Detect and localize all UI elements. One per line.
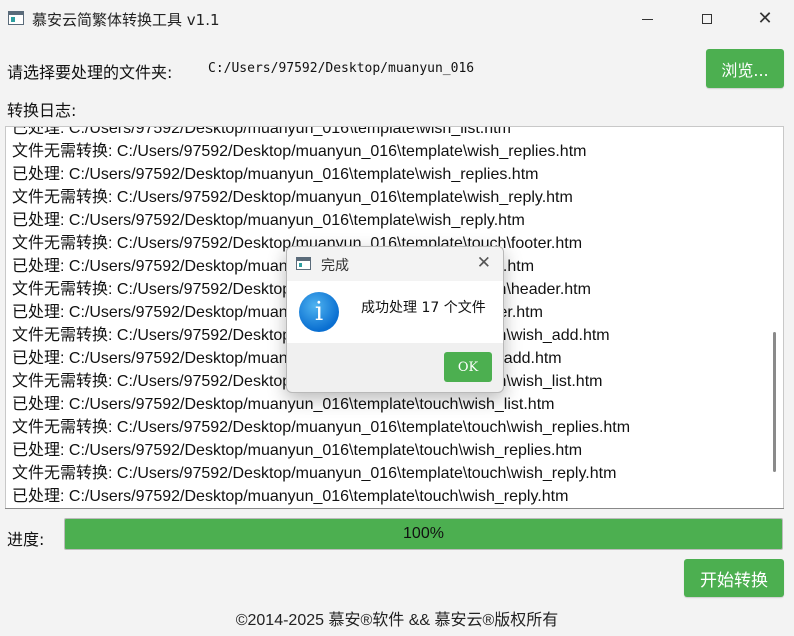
title-bar: 慕安云简繁体转换工具 v1.1 ✕ [0, 0, 794, 38]
dialog-window-icon [296, 257, 311, 270]
log-line: 已处理: C:/Users/97592/Desktop/muanyun_016\… [12, 396, 555, 413]
dialog-message: 成功处理 17 个文件 [361, 300, 486, 316]
log-line: 文件无需转换: C:/Users/97592/Desktop/muanyun_0… [12, 465, 617, 482]
divider [5, 508, 784, 509]
folder-path: C:/Users/97592/Desktop/muanyun_016 [208, 61, 475, 76]
copyright-footer: ©2014-2025 慕安®软件 && 慕安云®版权所有 [235, 612, 559, 629]
info-icon: i [299, 292, 339, 332]
minimize-icon [641, 18, 653, 20]
dialog-close-icon[interactable]: ✕ [477, 253, 491, 273]
log-line: 已处理: C:/Users/97592/Desktop/muanyun_016\… [12, 166, 539, 183]
log-line: 文件无需转换: C:/Users/97592/Desktop/muanyun_0… [12, 189, 573, 206]
maximize-button[interactable] [684, 0, 730, 38]
log-line: 已处理: C:/Users/97592/Desktop/muanyun_016\… [12, 442, 583, 459]
close-icon: ✕ [757, 8, 773, 29]
dialog-body: i 成功处理 17 个文件 [287, 281, 503, 343]
progress-bar: 100% [64, 518, 783, 550]
log-line: 已处理: C:/Users/97592/Desktop/muanyun_016\… [12, 212, 525, 229]
ok-button[interactable]: OK [444, 352, 492, 382]
close-button[interactable]: ✕ [742, 0, 788, 38]
dialog-title-bar: 完成 ✕ [287, 247, 503, 281]
maximize-icon [702, 14, 712, 24]
log-label: 转换日志: [7, 101, 77, 120]
window-title: 慕安云简繁体转换工具 v1.1 [32, 11, 220, 29]
log-line: 已处理: C:/Users/97592/Desktop/muanyun_016\… [12, 488, 569, 505]
browse-button[interactable]: 浏览... [706, 49, 784, 88]
progress-label: 进度: [7, 530, 45, 549]
start-convert-button[interactable]: 开始转换 [684, 559, 784, 597]
log-scrollbar[interactable] [773, 332, 776, 472]
log-line: 文件无需转换: C:/Users/97592/Desktop/muanyun_0… [12, 419, 631, 436]
progress-text: 100% [403, 525, 444, 542]
minimize-button[interactable] [624, 0, 670, 38]
log-line: 已处理: C:/Users/97592/Desktop/muanyun_016\… [12, 126, 511, 137]
completion-dialog: 完成 ✕ i 成功处理 17 个文件 OK [286, 246, 504, 393]
app-window-icon [8, 11, 24, 25]
dialog-title: 完成 [321, 258, 349, 274]
log-line: 文件无需转换: C:/Users/97592/Desktop/muanyun_0… [12, 143, 587, 160]
folder-label: 请选择要处理的文件夹: [7, 63, 173, 82]
